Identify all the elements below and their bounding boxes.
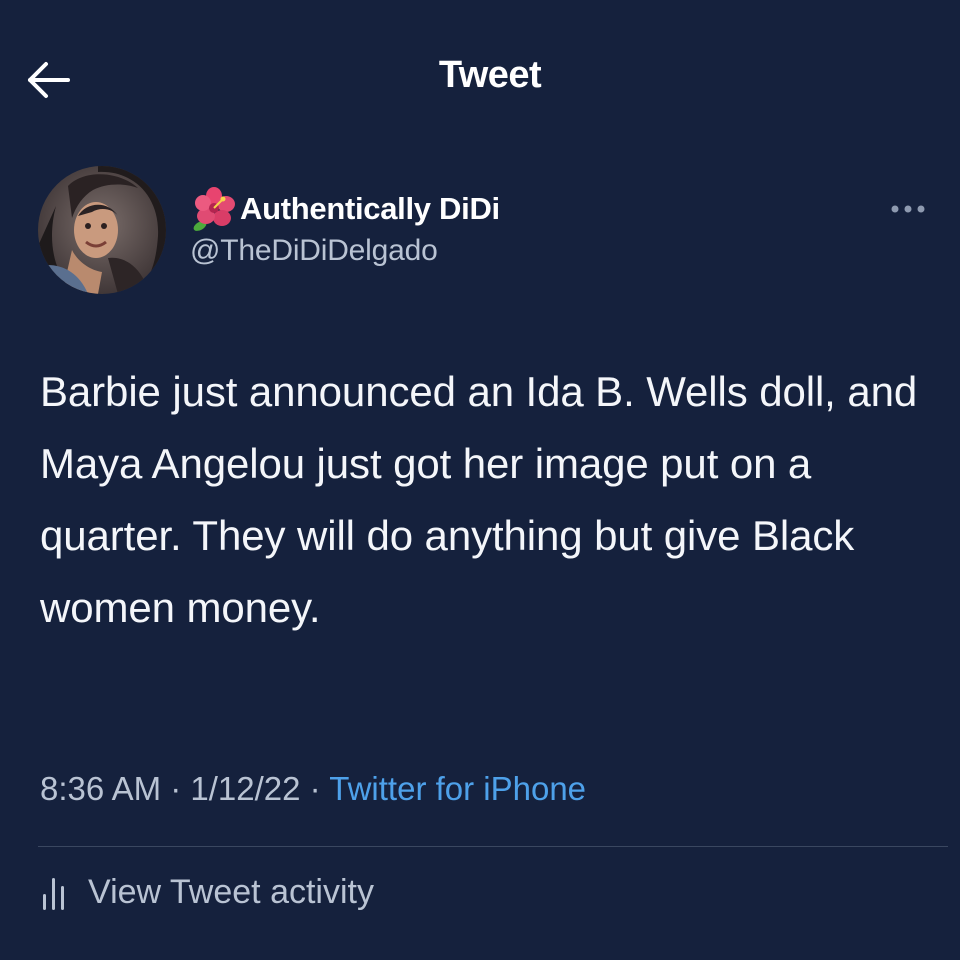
avatar-image [38,166,166,294]
hibiscus-icon [193,187,235,231]
tweet-author: Authentically DiDi @TheDiDiDelgado [38,166,938,296]
tweet-meta: 8:36 AM · 1/12/22 · Twitter for iPhone [40,770,586,808]
user-handle[interactable]: @TheDiDiDelgado [190,234,500,268]
top-bar: Tweet [0,40,960,116]
author-names: Authentically DiDi @TheDiDiDelgado [190,186,500,268]
page-title: Tweet [438,54,542,96]
meta-separator: · [300,770,330,807]
tweet-detail-screen: Tweet Authentically DiDi @TheDiDiDelgado… [0,0,960,960]
divider [38,846,948,847]
display-name: Authentically DiDi [240,191,500,226]
view-tweet-activity-label: View Tweet activity [88,872,374,911]
bar-chart-icon [43,878,64,910]
view-tweet-activity-button[interactable]: View Tweet activity [40,872,374,912]
display-name-row[interactable]: Authentically DiDi [190,186,500,232]
meta-separator: · [161,770,191,807]
tweet-source-link[interactable]: Twitter for iPhone [329,770,586,807]
tweet-text: Barbie just announced an Ida B. Wells do… [40,368,918,631]
avatar[interactable] [38,166,166,294]
tweet-time: 8:36 AM [40,770,162,807]
more-options-button[interactable] [878,194,938,224]
tweet-date: 1/12/22 [190,770,301,807]
more-dots-icon [891,205,925,213]
